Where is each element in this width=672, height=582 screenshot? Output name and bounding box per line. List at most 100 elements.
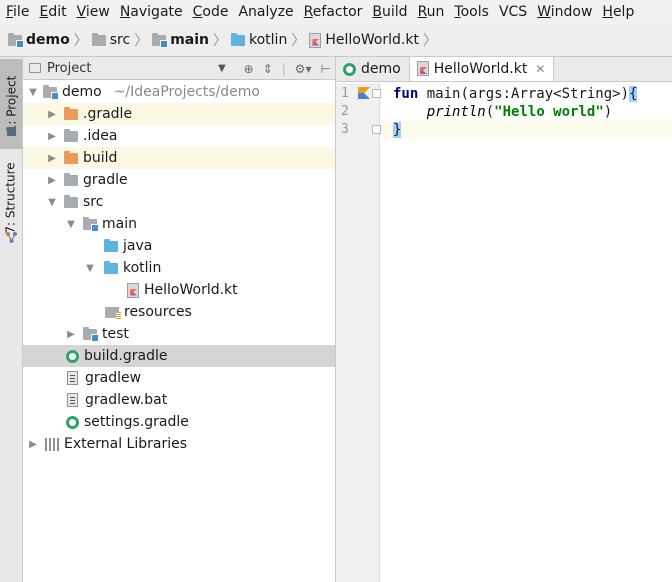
tree-item-gradlew[interactable]: gradlew: [23, 367, 335, 389]
tree-item-gradlew-bat[interactable]: gradlew.bat: [23, 389, 335, 411]
hide-panel-icon[interactable]: ⊢: [321, 62, 331, 76]
module-folder-icon: [8, 32, 24, 48]
kotlin-run-icon[interactable]: [358, 87, 370, 103]
resources-folder-icon: [105, 306, 121, 319]
editor-tabs: demo HelloWorld.kt ✕: [336, 57, 672, 82]
expanded-arrow-icon[interactable]: ▼: [84, 263, 96, 274]
menu-navigate[interactable]: Navigate: [115, 0, 188, 24]
tree-item-gradle[interactable]: ▶ gradle: [23, 169, 335, 191]
structure-tool-button[interactable]: 7: Structure: [0, 155, 22, 241]
project-tool-icon: [7, 127, 16, 136]
editor-area: demo HelloWorld.kt ✕ 1 2 3 fun main(args…: [336, 57, 672, 582]
code-line-2[interactable]: println("Hello world"): [381, 103, 672, 121]
collapsed-arrow-icon[interactable]: ▶: [46, 131, 58, 142]
menu-vcs[interactable]: VCS: [494, 0, 532, 24]
editor-gutter[interactable]: 1 2 3: [336, 83, 381, 582]
menu-analyze[interactable]: Analyze: [233, 0, 298, 24]
tree-item-demo[interactable]: ▼ demo ~/IdeaProjects/demo: [23, 81, 335, 103]
separator: |: [281, 61, 286, 76]
chevron-right-icon: 〉: [422, 33, 437, 49]
text-file-icon: [67, 371, 78, 385]
collapsed-arrow-icon[interactable]: ▶: [65, 329, 77, 340]
gradle-file-icon: [66, 349, 79, 363]
folder-icon: [64, 194, 78, 208]
line-number: 1: [341, 86, 349, 101]
folder-icon: [91, 32, 106, 46]
project-tool-window: Project ▼ ⊕ ⇕ | ⚙▾ ⊢ ▼ demo ~/IdeaProjec…: [23, 57, 336, 582]
collapsed-arrow-icon[interactable]: ▶: [46, 153, 58, 164]
module-folder-icon: [83, 216, 99, 232]
breadcrumb-helloworld[interactable]: HelloWorld.kt 〉: [309, 24, 441, 57]
excluded-folder-icon: [64, 106, 78, 120]
code-line-1[interactable]: fun main(args:Array<String>){: [381, 85, 672, 103]
source-folder-icon: [104, 238, 118, 252]
project-view-icon: [29, 63, 41, 73]
tree-item-build-gradle[interactable]: build.gradle: [23, 345, 335, 367]
code-line-3[interactable]: }: [381, 121, 672, 139]
tree-item-external-libraries[interactable]: ▶ External Libraries: [23, 433, 335, 455]
close-icon[interactable]: ✕: [535, 62, 545, 76]
tree-item-build[interactable]: ▶ build: [23, 147, 335, 169]
breadcrumb-kotlin[interactable]: kotlin 〉: [231, 24, 309, 57]
chevron-right-icon: 〉: [291, 33, 306, 49]
tree-item-resources[interactable]: resources: [23, 301, 335, 323]
project-panel-header: Project ▼ ⊕ ⇕ | ⚙▾ ⊢: [23, 57, 335, 80]
collapse-all-icon[interactable]: ⇕: [263, 62, 273, 76]
menu-edit[interactable]: Edit: [34, 0, 71, 24]
tree-item-settings-gradle[interactable]: settings.gradle: [23, 411, 335, 433]
menu-code[interactable]: Code: [188, 0, 234, 24]
tree-item-main[interactable]: ▼ main: [23, 213, 335, 235]
source-folder-icon: [104, 260, 118, 274]
fold-marker-icon[interactable]: [372, 89, 381, 98]
folder-icon: [64, 128, 78, 142]
tab-demo[interactable]: demo: [336, 57, 410, 81]
breadcrumb-demo[interactable]: demo 〉: [8, 24, 92, 57]
chevron-right-icon: 〉: [213, 33, 227, 49]
menu-window[interactable]: Window: [532, 0, 597, 24]
tree-item-dot-idea[interactable]: ▶ .idea: [23, 125, 335, 147]
fold-marker-icon[interactable]: [372, 125, 381, 134]
module-folder-icon: [152, 32, 169, 48]
tree-item-src[interactable]: ▼ src: [23, 191, 335, 213]
tree-item-helloworld[interactable]: HelloWorld.kt: [23, 279, 335, 301]
tab-helloworld[interactable]: HelloWorld.kt ✕: [409, 57, 555, 81]
kotlin-file-icon: [416, 61, 429, 76]
code-editor[interactable]: fun main(args:Array<String>){ println("H…: [381, 83, 672, 582]
excluded-folder-icon: [64, 150, 78, 164]
expanded-arrow-icon[interactable]: ▼: [65, 219, 77, 230]
tree-item-java[interactable]: java: [23, 235, 335, 257]
line-number: 3: [341, 122, 349, 137]
breadcrumb-main[interactable]: main 〉: [152, 24, 231, 57]
expanded-arrow-icon[interactable]: ▼: [46, 197, 58, 208]
menu-run[interactable]: Run: [413, 0, 450, 24]
kotlin-file-icon: [127, 282, 139, 298]
line-number: 2: [341, 104, 349, 119]
gear-icon[interactable]: ⚙▾: [295, 62, 312, 76]
collapsed-arrow-icon[interactable]: ▶: [46, 175, 58, 186]
source-folder-icon: [231, 32, 245, 46]
libraries-icon: [45, 437, 59, 451]
menu-bar: File Edit View Navigate Code Analyze Ref…: [0, 0, 672, 24]
menu-file[interactable]: File: [1, 0, 34, 24]
folder-icon: [64, 172, 78, 186]
menu-tools[interactable]: Tools: [449, 0, 494, 24]
chevron-right-icon: 〉: [134, 33, 149, 49]
left-tool-stripe: 1: Project 7: Structure: [0, 57, 23, 582]
breadcrumb-src[interactable]: src 〉: [91, 24, 152, 57]
menu-build[interactable]: Build: [367, 0, 412, 24]
gradle-file-icon: [66, 415, 79, 429]
view-dropdown-chevron-icon[interactable]: ▼: [218, 63, 226, 74]
scroll-from-source-icon[interactable]: ⊕: [244, 62, 254, 76]
tree-item-test[interactable]: ▶ test: [23, 323, 335, 345]
module-folder-icon: [83, 326, 99, 342]
menu-view[interactable]: View: [72, 0, 115, 24]
module-folder-icon: [43, 84, 59, 100]
collapsed-arrow-icon[interactable]: ▶: [46, 109, 58, 120]
menu-refactor[interactable]: Refactor: [299, 0, 368, 24]
text-file-icon: [67, 393, 78, 407]
expanded-arrow-icon[interactable]: ▼: [27, 87, 39, 98]
tree-item-kotlin[interactable]: ▼ kotlin: [23, 257, 335, 279]
collapsed-arrow-icon[interactable]: ▶: [27, 439, 39, 450]
tree-item-dot-gradle[interactable]: ▶ .gradle: [23, 103, 335, 125]
menu-help[interactable]: Help: [597, 0, 639, 24]
